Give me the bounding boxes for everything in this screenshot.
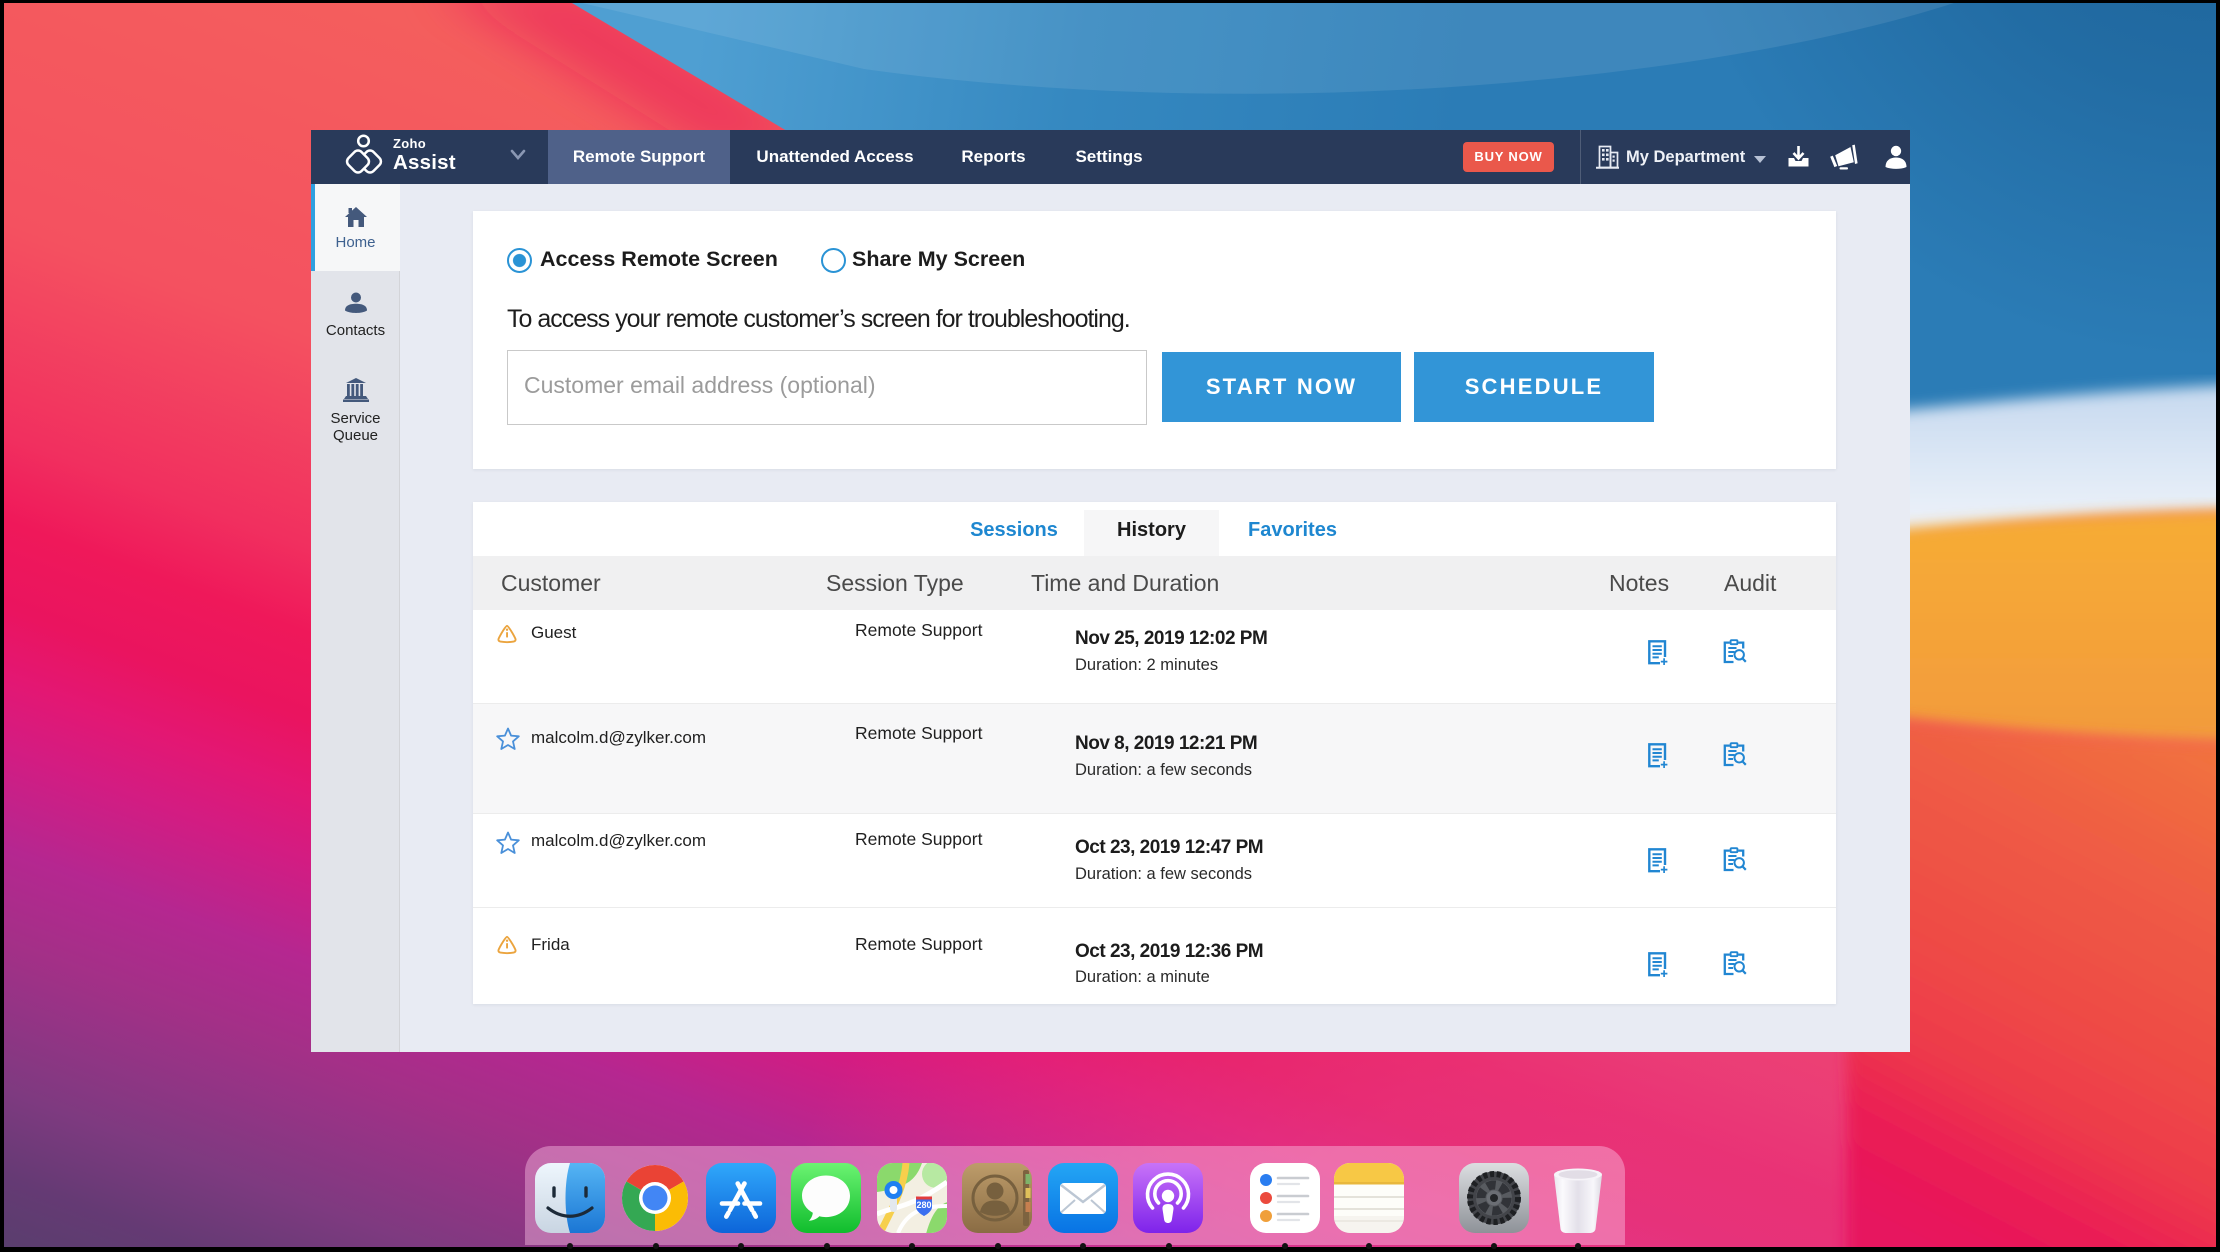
- svg-text:280: 280: [916, 1200, 931, 1210]
